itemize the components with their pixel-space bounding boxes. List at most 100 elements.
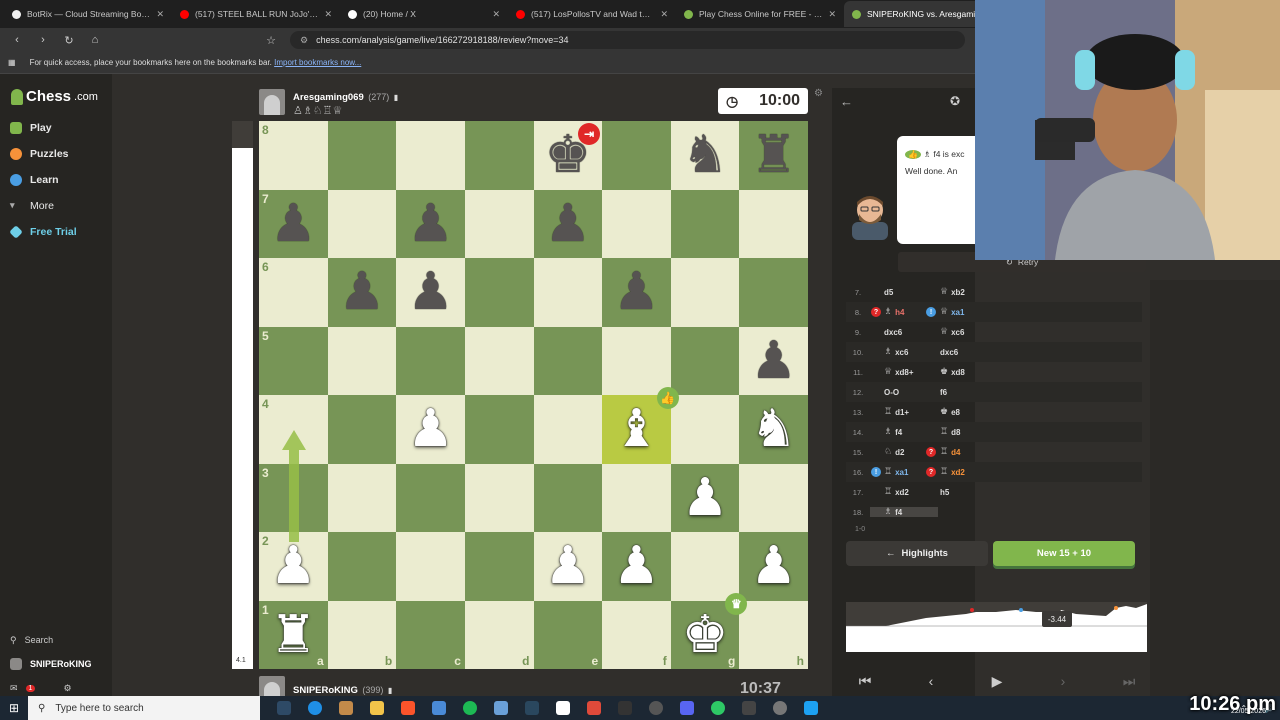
square-h4[interactable]: ♞ [739,395,808,464]
square-d6[interactable] [464,258,534,327]
black-knight-piece[interactable]: ♞ [682,129,729,181]
white-pawn-piece[interactable]: ♟ [682,472,729,524]
sidebar-item-play[interactable]: Play [0,115,112,141]
app-icon[interactable] [556,701,570,715]
app-icon[interactable] [587,701,601,715]
square-a6[interactable]: 6 [259,258,328,327]
black-move[interactable]: ♕ xb2 [938,287,1006,297]
avatar[interactable] [259,88,285,115]
square-d2[interactable] [464,532,534,601]
square-b4[interactable] [327,395,397,464]
square-b8[interactable] [327,121,397,190]
app-icon[interactable] [773,701,787,715]
square-f8[interactable] [602,121,671,190]
square-c7[interactable]: ♟ [396,189,465,258]
app-icon[interactable] [649,701,663,715]
white-move[interactable]: ♕ xd8+ [870,367,938,377]
white-king-piece[interactable]: ♚ [682,609,729,661]
square-d4[interactable] [464,395,534,464]
white-pawn-piece[interactable]: ♟ [407,403,454,455]
square-b2[interactable] [327,532,397,601]
white-rook-piece[interactable]: ♜ [270,609,317,661]
sidebar-item-learn[interactable]: Learn [0,167,112,193]
black-move[interactable]: ? ♖ xd2 [926,467,1006,477]
home-icon[interactable]: ⌂ [88,34,102,46]
square-c2[interactable] [396,532,465,601]
white-move[interactable]: ♖ xd2 [870,487,938,497]
address-bar[interactable]: ⚙ chess.com/analysis/game/live/166272918… [290,31,965,49]
browser-tab[interactable]: Play Chess Online for FREE - 2 Player✕ [676,1,844,27]
forward-icon[interactable]: › [36,34,50,46]
square-b3[interactable] [327,463,397,532]
square-a7[interactable]: 7 ♟ [259,189,328,258]
folder-icon[interactable] [370,701,384,715]
black-move[interactable]: f6 [938,388,1006,397]
square-f3[interactable] [602,463,671,532]
square-c3[interactable] [396,463,465,532]
browser-tab[interactable]: BotRix — Cloud Streaming Bot for Tw✕ [4,1,172,27]
white-move[interactable]: dxc6 [870,328,938,337]
spotify-icon[interactable] [463,701,477,715]
highlights-button[interactable]: ← Highlights [846,541,988,566]
square-b7[interactable] [327,189,397,258]
square-e1[interactable]: e [533,600,603,669]
back-arrow-icon[interactable]: ← [840,94,853,109]
black-pawn-piece[interactable]: ♟ [407,266,454,318]
square-c8[interactable] [396,121,465,190]
play-button[interactable]: ▶ [969,667,1025,695]
black-pawn-piece[interactable]: ♟ [270,198,317,250]
board-settings-icon[interactable]: ⚙ [814,88,823,99]
first-move-button[interactable]: ⏮ [837,667,893,695]
square-g1[interactable]: g ♚ ♛ [670,592,748,669]
square-e3[interactable] [533,463,603,532]
square-d5[interactable] [464,326,534,395]
square-f4[interactable]: ♝ 👍 [602,387,679,464]
square-e4[interactable] [533,395,603,464]
square-f7[interactable] [602,189,671,258]
square-h2[interactable]: ♟ [739,532,808,601]
mail-icon[interactable]: ✉ [10,683,18,694]
settings-icon[interactable]: ⚙ [63,683,71,694]
sidebar-item-more[interactable]: ▾ More [0,193,112,219]
square-f2[interactable]: ♟ [602,532,671,601]
white-move[interactable]: O-O [870,388,938,397]
black-pawn-piece[interactable]: ♟ [407,198,454,250]
apps-icon[interactable]: ▦ [8,58,16,67]
black-move[interactable]: ♕ xc6 [938,327,1006,337]
back-icon[interactable]: ‹ [10,34,24,46]
black-pawn-piece[interactable]: ♟ [613,266,660,318]
close-tab-icon[interactable]: ✕ [156,9,164,20]
white-pawn-piece[interactable]: ♟ [270,540,317,592]
task-view-icon[interactable] [277,701,291,715]
white-move[interactable]: ♖ d1+ [870,407,938,417]
site-info-icon[interactable]: ⚙ [300,35,308,46]
black-move[interactable]: ♚ e8 [938,407,1006,417]
square-h7[interactable] [739,189,808,258]
square-g7[interactable] [670,189,740,258]
browser-tab[interactable]: (517) STEEL BALL RUN JoJo's Bizarre✕ [172,1,340,27]
square-e8[interactable]: ♚ ⇥ [533,121,603,190]
square-h6[interactable] [739,258,808,327]
white-move[interactable]: ♗ f4 [870,507,938,517]
square-g2[interactable] [670,532,740,601]
square-e7[interactable]: ♟ [533,189,603,258]
black-move[interactable]: ! ♕ xa1 [926,307,1006,317]
square-g4[interactable] [670,395,740,464]
app-icon[interactable] [339,701,353,715]
square-c5[interactable] [396,326,465,395]
app-icon[interactable] [804,701,818,715]
square-a1[interactable]: 1 a ♜ [259,600,328,669]
close-tab-icon[interactable]: ✕ [324,9,332,20]
browser-tab[interactable]: (20) Home / X ✕ [340,1,508,27]
square-g8[interactable]: ♞ [670,121,740,190]
square-c4[interactable]: ♟ [396,395,465,464]
square-h5[interactable]: ♟ [739,326,808,395]
sidebar-item-free-trial[interactable]: Free Trial [0,219,112,245]
bottom-player-name[interactable]: SNIPERoKING [293,685,358,696]
square-g6[interactable] [670,258,740,327]
square-h1[interactable]: h [739,600,808,669]
close-tab-icon[interactable]: ✕ [492,9,500,20]
square-e6[interactable] [533,258,603,327]
square-d8[interactable] [464,121,534,190]
white-move[interactable]: d5 [870,288,938,297]
